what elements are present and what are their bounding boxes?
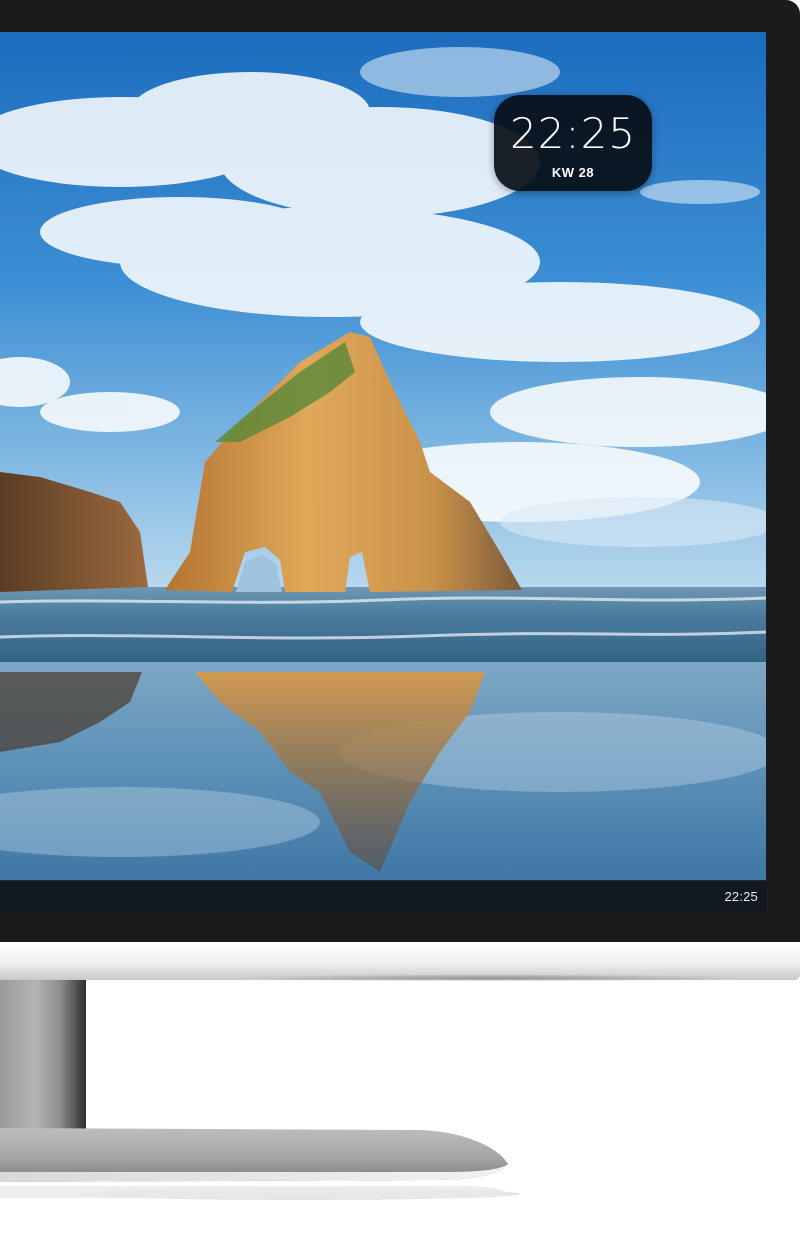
clock-time: 22:25 xyxy=(509,109,637,158)
monitor-stand-base xyxy=(0,1128,520,1200)
taskbar-clock[interactable]: 22:25 xyxy=(724,889,758,904)
clock-week-number: KW 28 xyxy=(551,165,595,180)
screen: 22:25 KW 28 22:25 xyxy=(0,32,766,912)
monitor-bezel: 22:25 KW 28 22:25 xyxy=(0,0,800,942)
clock-widget[interactable]: 22:25 KW 28 xyxy=(494,95,652,191)
taskbar: 22:25 xyxy=(0,880,766,912)
monitor-stand-neck xyxy=(0,980,86,1140)
chin-shadow xyxy=(230,974,750,982)
